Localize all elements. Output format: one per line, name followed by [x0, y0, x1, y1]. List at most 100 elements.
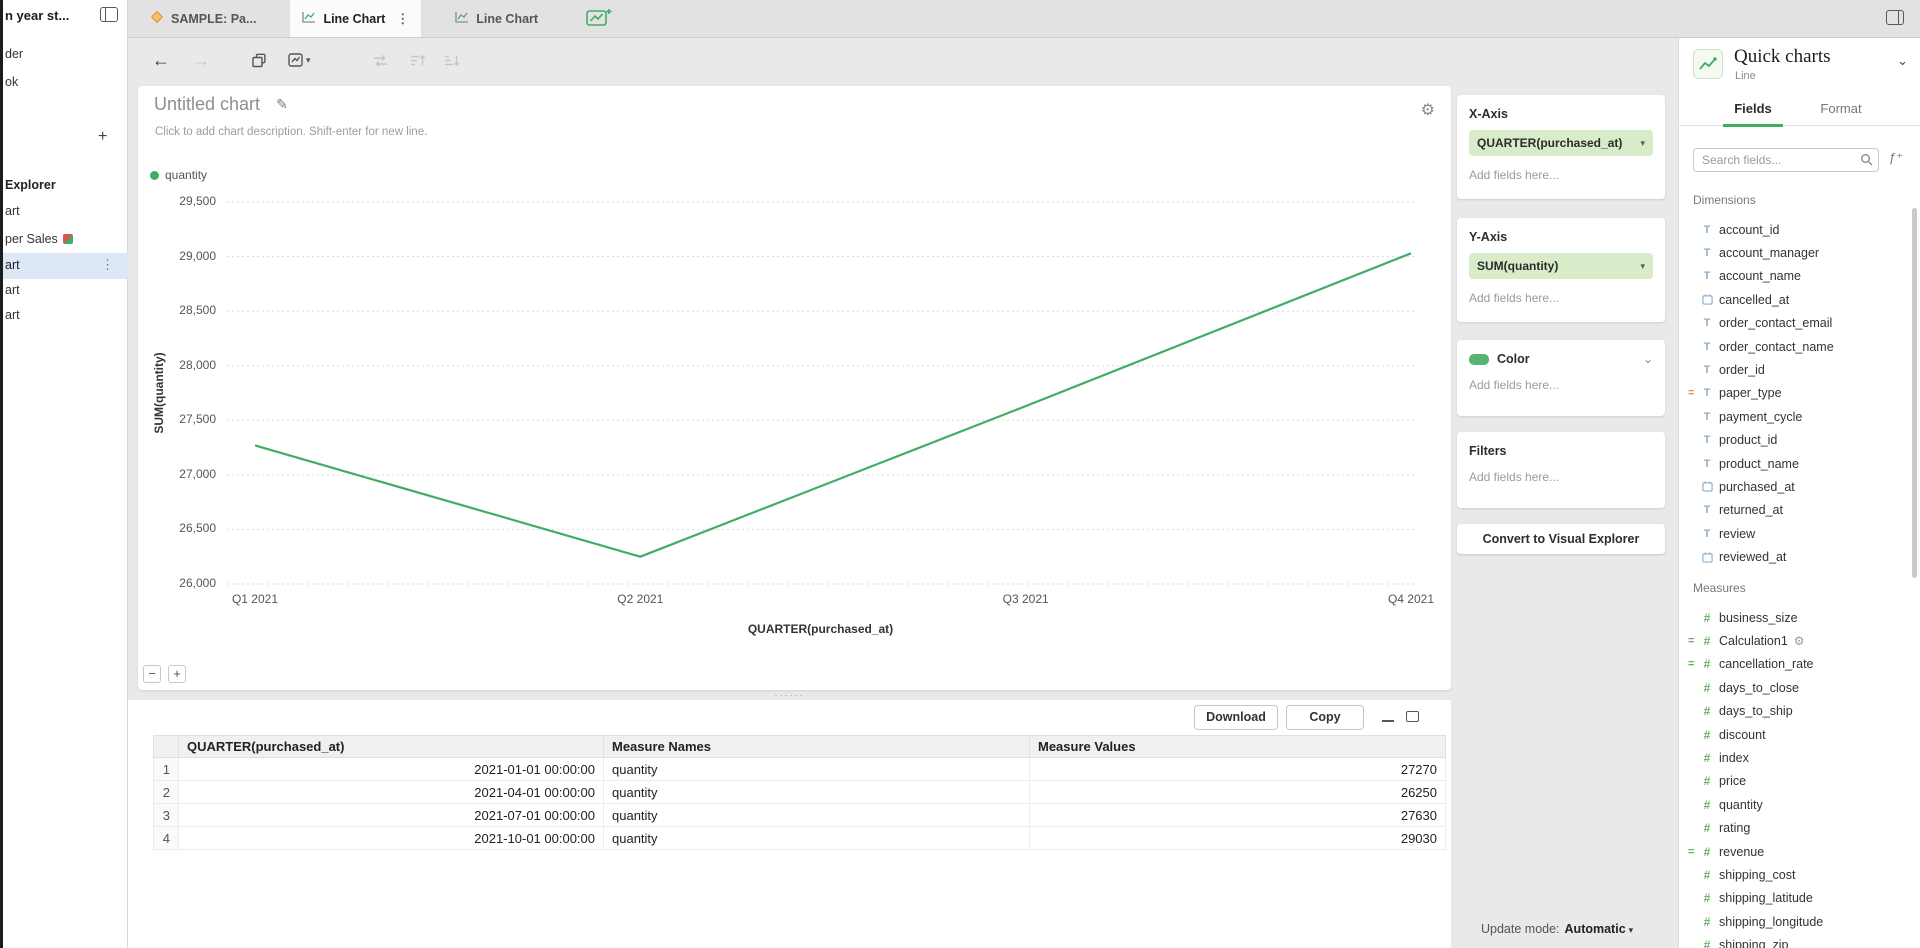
- table-cell-measure-name[interactable]: quantity: [604, 804, 1030, 827]
- sidebar-add-button[interactable]: +: [98, 128, 107, 146]
- table-cell-measure-name[interactable]: quantity: [604, 781, 1030, 804]
- dimension-item[interactable]: cancelled_at: [1679, 288, 1915, 311]
- measure-item[interactable]: =#cancellation_rate: [1679, 653, 1915, 676]
- tab-format[interactable]: Format: [1797, 94, 1885, 126]
- table-header-cell[interactable]: Measure Values: [1030, 736, 1446, 758]
- dimension-item[interactable]: Torder_contact_name: [1679, 335, 1915, 358]
- copy-button[interactable]: Copy: [1286, 705, 1364, 730]
- dimension-item[interactable]: Torder_id: [1679, 358, 1915, 381]
- measure-item[interactable]: #shipping_latitude: [1679, 887, 1915, 910]
- dimension-item[interactable]: Taccount_manager: [1679, 241, 1915, 264]
- table-cell-measure-value[interactable]: 27270: [1030, 758, 1446, 781]
- chart-description-placeholder[interactable]: Click to add chart description. Shift-en…: [155, 126, 427, 138]
- chart-type-chevron-icon[interactable]: ⌄: [1897, 53, 1908, 69]
- dimension-item[interactable]: =Tpaper_type: [1679, 382, 1915, 405]
- x-axis-field-pill[interactable]: QUARTER(purchased_at) ▾: [1469, 130, 1653, 156]
- download-button[interactable]: Download: [1194, 705, 1278, 730]
- add-fields-dropzone[interactable]: Add fields here...: [1469, 168, 1653, 182]
- sidebar-item[interactable]: art: [5, 204, 20, 218]
- table-header-cell[interactable]: Measure Names: [604, 736, 1030, 758]
- dimension-item[interactable]: Torder_contact_email: [1679, 312, 1915, 335]
- sidebar-item[interactable]: der: [5, 47, 23, 61]
- measure-item[interactable]: =#revenue: [1679, 840, 1915, 863]
- dimension-item[interactable]: Treturned_at: [1679, 499, 1915, 522]
- gear-icon[interactable]: ⚙: [1794, 634, 1805, 648]
- table-cell-date[interactable]: 2021-04-01 00:00:00: [179, 781, 604, 804]
- table-cell-measure-name[interactable]: quantity: [604, 827, 1030, 850]
- table-cell-date[interactable]: 2021-10-01 00:00:00: [179, 827, 604, 850]
- y-axis-field-pill[interactable]: SUM(quantity) ▾: [1469, 253, 1653, 279]
- sidebar-item-paper-sales[interactable]: per Sales: [5, 232, 73, 246]
- sidebar-item-selected[interactable]: art ⋮: [0, 253, 128, 279]
- collapse-sidebar-icon[interactable]: [100, 7, 118, 27]
- dimension-item[interactable]: Tproduct_name: [1679, 452, 1915, 475]
- dimension-item[interactable]: Treview: [1679, 522, 1915, 545]
- convert-to-visual-explorer-button[interactable]: Convert to Visual Explorer: [1457, 524, 1665, 554]
- measure-item[interactable]: #discount: [1679, 723, 1915, 746]
- measure-item[interactable]: #shipping_cost: [1679, 863, 1915, 886]
- tab-line-chart-2[interactable]: Line Chart: [443, 0, 550, 37]
- measure-item[interactable]: #quantity: [1679, 793, 1915, 816]
- measure-item[interactable]: #price: [1679, 770, 1915, 793]
- sidebar-item[interactable]: ok: [5, 75, 18, 89]
- zoom-in-button[interactable]: +: [168, 665, 186, 683]
- sidebar-top-item[interactable]: n year st...: [5, 8, 69, 23]
- table-row: 42021-10-01 00:00:00quantity29030: [154, 827, 1446, 850]
- legend-item[interactable]: quantity: [150, 168, 207, 182]
- expand-table-icon[interactable]: [1406, 711, 1419, 722]
- caret-down-icon[interactable]: ▾: [1629, 925, 1634, 935]
- scrollbar-thumb[interactable]: [1912, 208, 1917, 578]
- chevron-down-icon[interactable]: ⌄: [1643, 352, 1653, 366]
- measure-item[interactable]: #shipping_longitude: [1679, 910, 1915, 933]
- add-calculated-field-icon[interactable]: ƒ⁺: [1889, 150, 1903, 166]
- tab-menu-icon[interactable]: ⋮: [396, 11, 409, 27]
- update-mode-value[interactable]: Automatic: [1565, 922, 1626, 936]
- search-fields-input[interactable]: [1693, 148, 1879, 172]
- sidebar-item[interactable]: art: [5, 283, 20, 297]
- tab-sample-dataset[interactable]: SAMPLE: Pa...: [138, 0, 268, 37]
- chart-settings-gear-icon[interactable]: ⚙: [1421, 100, 1435, 120]
- text-type-icon: T: [1700, 458, 1714, 470]
- measure-item[interactable]: #days_to_ship: [1679, 700, 1915, 723]
- item-menu-icon[interactable]: ⋮: [101, 257, 114, 273]
- dimension-item[interactable]: Tproduct_id: [1679, 429, 1915, 452]
- duplicate-chart-icon[interactable]: [252, 53, 267, 68]
- table-cell-measure-value[interactable]: 27630: [1030, 804, 1446, 827]
- color-swatch[interactable]: [1469, 354, 1489, 365]
- chart-title[interactable]: Untitled chart: [154, 94, 260, 115]
- zoom-out-button[interactable]: −: [143, 665, 161, 683]
- table-cell-date[interactable]: 2021-01-01 00:00:00: [179, 758, 604, 781]
- measure-item[interactable]: #days_to_close: [1679, 676, 1915, 699]
- new-chart-tab-button[interactable]: [572, 0, 626, 37]
- table-cell-measure-name[interactable]: quantity: [604, 758, 1030, 781]
- dimension-item[interactable]: Tpayment_cycle: [1679, 405, 1915, 428]
- x-axis-tick-label: Q4 2021: [1366, 592, 1456, 606]
- chart-type-switcher[interactable]: ▾: [288, 53, 311, 67]
- edit-title-pencil-icon[interactable]: ✎: [276, 96, 288, 113]
- tab-fields[interactable]: Fields: [1709, 94, 1797, 126]
- panel-resize-handle[interactable]: ······: [128, 690, 1451, 700]
- add-fields-dropzone[interactable]: Add fields here...: [1469, 378, 1653, 392]
- undo-button[interactable]: ←: [152, 50, 170, 71]
- dimension-item[interactable]: Taccount_name: [1679, 265, 1915, 288]
- measure-item[interactable]: #index: [1679, 746, 1915, 769]
- table-cell-measure-value[interactable]: 29030: [1030, 827, 1446, 850]
- table-cell-measure-value[interactable]: 26250: [1030, 781, 1446, 804]
- measure-item[interactable]: =#Calculation1⚙: [1679, 629, 1915, 652]
- dimension-item[interactable]: purchased_at: [1679, 475, 1915, 498]
- sidebar-item[interactable]: art: [5, 308, 20, 322]
- collapse-table-icon[interactable]: [1382, 719, 1394, 722]
- sidebar-section-explorer[interactable]: Explorer: [5, 178, 56, 192]
- add-fields-dropzone[interactable]: Add fields here...: [1469, 291, 1653, 305]
- dimension-item[interactable]: Taccount_id: [1679, 218, 1915, 241]
- measure-item[interactable]: #rating: [1679, 817, 1915, 840]
- measure-item[interactable]: #shipping_zip: [1679, 933, 1915, 948]
- table-cell-date[interactable]: 2021-07-01 00:00:00: [179, 804, 604, 827]
- expand-right-panel-icon[interactable]: [1886, 10, 1904, 30]
- table-header-rownum: [154, 736, 179, 758]
- dimension-item[interactable]: reviewed_at: [1679, 545, 1915, 568]
- measure-item[interactable]: #business_size: [1679, 606, 1915, 629]
- add-fields-dropzone[interactable]: Add fields here...: [1469, 470, 1653, 484]
- table-header-cell[interactable]: QUARTER(purchased_at): [179, 736, 604, 758]
- tab-line-chart-active[interactable]: Line Chart ⋮: [290, 0, 421, 37]
